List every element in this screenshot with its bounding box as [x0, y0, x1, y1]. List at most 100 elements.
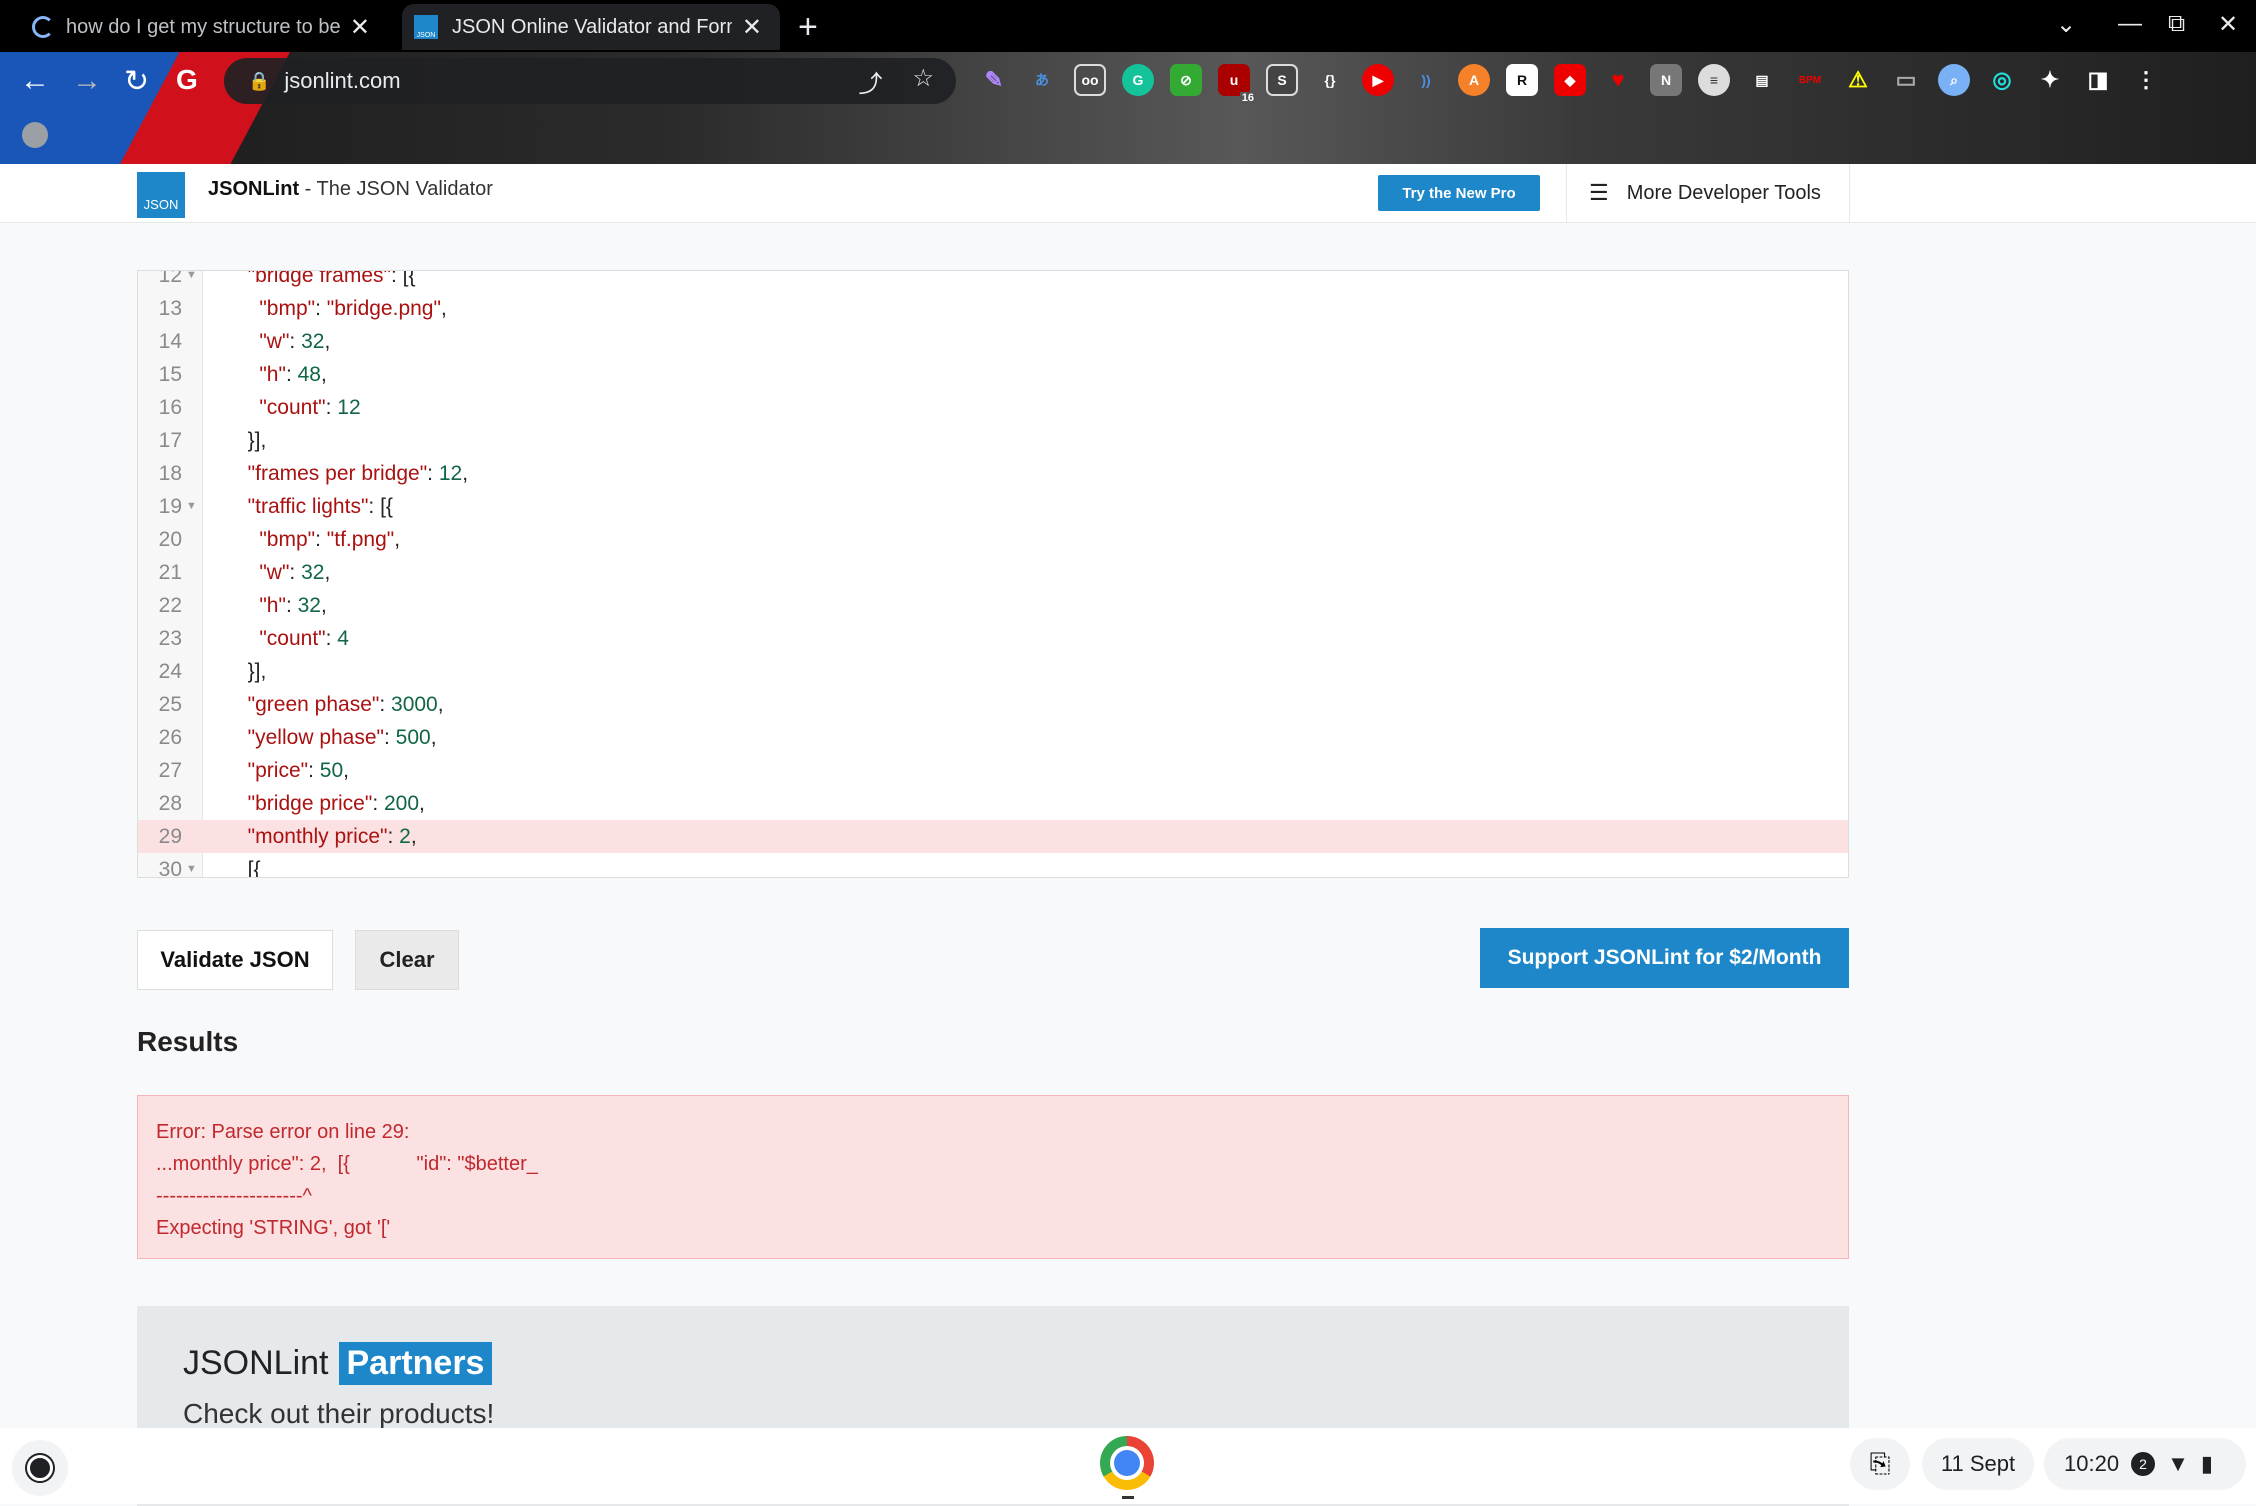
lock-icon[interactable]: 🔒: [248, 71, 270, 92]
glasses-extension-icon[interactable]: oo: [1074, 64, 1106, 96]
code-text[interactable]: [{: [236, 853, 261, 877]
tab-close-icon[interactable]: ✕: [350, 13, 370, 42]
code-line[interactable]: 18 "frames per bridge": 12,: [138, 457, 1848, 490]
code-line[interactable]: 22 "h": 32,: [138, 589, 1848, 622]
address-bar[interactable]: 🔒 jsonlint.com ⤴ ☆: [224, 58, 956, 104]
code-line[interactable]: 27 "price": 50,: [138, 754, 1848, 787]
reload-icon[interactable]: ↻: [124, 64, 149, 99]
bookmark-star-icon[interactable]: ☆: [912, 64, 934, 99]
code-text[interactable]: }],: [236, 424, 267, 457]
code-text[interactable]: "frames per bridge": 12,: [236, 457, 468, 490]
grammarly-extension-icon[interactable]: G: [1122, 64, 1154, 96]
code-line[interactable]: 28 "bridge price": 200,: [138, 787, 1848, 820]
forward-icon[interactable]: →: [72, 64, 102, 98]
back-icon[interactable]: ←: [20, 64, 50, 98]
code-line[interactable]: 14 "w": 32,: [138, 325, 1848, 358]
chrome-app-icon[interactable]: [1100, 1436, 1154, 1490]
tab-jsonlint[interactable]: JSON JSON Online Validator and Forma ✕: [402, 4, 780, 50]
code-text[interactable]: "count": 12: [236, 391, 360, 424]
youtube-extension-icon[interactable]: ▶: [1362, 64, 1394, 96]
code-text[interactable]: "bmp": "tf.png",: [236, 523, 400, 556]
code-line[interactable]: 25 "green phase": 3000,: [138, 688, 1848, 721]
roblox-extension-icon[interactable]: ◆: [1554, 64, 1586, 96]
developer-tools-menu[interactable]: ☰ More Developer Tools: [1566, 164, 1850, 222]
jsonlint-logo[interactable]: JSON: [137, 172, 185, 218]
code-line[interactable]: 24 }],: [138, 655, 1848, 688]
code-line[interactable]: 16 "count": 12: [138, 391, 1848, 424]
warning-extension-icon[interactable]: ⚠: [1842, 64, 1874, 96]
code-text[interactable]: "green phase": 3000,: [236, 688, 444, 721]
code-text[interactable]: "price": 50,: [236, 754, 349, 787]
code-text[interactable]: "yellow phase": 500,: [236, 721, 437, 754]
site-title[interactable]: JSONLint - The JSON Validator: [208, 178, 493, 201]
code-text[interactable]: "bridge frames": [{: [236, 271, 416, 292]
code-line[interactable]: 21 "w": 32,: [138, 556, 1848, 589]
google-icon[interactable]: G: [176, 64, 198, 96]
heart-extension-icon[interactable]: ♥: [1602, 64, 1634, 96]
fold-arrow-icon[interactable]: ▼: [186, 490, 197, 523]
try-pro-button[interactable]: Try the New Pro: [1378, 175, 1540, 211]
block-extension-icon[interactable]: ⊘: [1170, 64, 1202, 96]
code-line[interactable]: 23 "count": 4: [138, 622, 1848, 655]
minimize-icon[interactable]: —: [2118, 10, 2142, 38]
ublock-extension-icon[interactable]: u 16: [1218, 64, 1256, 104]
side-panel-icon[interactable]: ◨: [2082, 64, 2114, 96]
validate-json-button[interactable]: Validate JSON: [137, 930, 333, 990]
code-line[interactable]: 13 "bmp": "bridge.png",: [138, 292, 1848, 325]
puzzle-extensions-icon[interactable]: ✦: [2034, 64, 2066, 96]
code-line[interactable]: 29 "monthly price": 2,: [138, 820, 1848, 853]
r-extension-icon[interactable]: R: [1506, 64, 1538, 96]
new-tab-button[interactable]: +: [798, 8, 818, 47]
code-text[interactable]: }],: [236, 655, 267, 688]
code-text[interactable]: "h": 32,: [236, 589, 326, 622]
launcher-button[interactable]: [12, 1440, 68, 1496]
audio-extension-icon[interactable]: )): [1410, 64, 1442, 96]
code-line[interactable]: 19 ▼ "traffic lights": [{: [138, 490, 1848, 523]
status-tray[interactable]: 10:20 2 ▼ ▮: [2044, 1438, 2246, 1490]
menu-kebab-icon[interactable]: ⋮: [2130, 64, 2162, 96]
tab-close-icon[interactable]: ✕: [742, 13, 762, 42]
ring-extension-icon[interactable]: ◎: [1986, 64, 2018, 96]
tab-search-icon[interactable]: ⌄: [2056, 10, 2076, 39]
window-close-icon[interactable]: ✕: [2218, 10, 2238, 39]
translate-extension-icon[interactable]: あ: [1026, 64, 1058, 96]
code-line[interactable]: 20 "bmp": "tf.png",: [138, 523, 1848, 556]
orange-extension-icon[interactable]: A: [1458, 64, 1490, 96]
code-text[interactable]: "monthly price": 2,: [236, 820, 417, 853]
code-text[interactable]: "bridge price": 200,: [236, 787, 425, 820]
tab-stackoverflow[interactable]: how do I get my structure to be e ✕: [18, 4, 388, 50]
s-extension-icon[interactable]: S: [1266, 64, 1298, 96]
code-text[interactable]: "h": 48,: [236, 358, 326, 391]
code-text[interactable]: "bmp": "bridge.png",: [236, 292, 446, 325]
code-line[interactable]: 17 }],: [138, 424, 1848, 457]
clear-button[interactable]: Clear: [355, 930, 459, 990]
code-text[interactable]: "traffic lights": [{: [236, 490, 393, 523]
code-line[interactable]: 15 "h": 48,: [138, 358, 1848, 391]
tab-title: how do I get my structure to be e: [66, 15, 346, 38]
globe-icon[interactable]: [22, 122, 48, 148]
bpm-extension-icon[interactable]: BPM: [1794, 64, 1826, 96]
date-button[interactable]: 11 Sept: [1922, 1438, 2034, 1490]
punctuation-token: :: [315, 297, 327, 320]
url-text[interactable]: jsonlint.com: [284, 68, 400, 94]
code-text[interactable]: "count": 4: [236, 622, 349, 655]
code-line[interactable]: 12 ▼ "bridge frames": [{: [138, 271, 1848, 292]
fold-arrow-icon[interactable]: ▼: [186, 271, 197, 292]
code-text[interactable]: "w": 32,: [236, 556, 330, 589]
speed-extension-icon[interactable]: ≡: [1698, 64, 1730, 96]
print-extension-icon[interactable]: ▤: [1746, 64, 1778, 96]
tote-icon[interactable]: ⎘: [1850, 1438, 1910, 1490]
fold-arrow-icon[interactable]: ▼: [186, 853, 197, 877]
folder-extension-icon[interactable]: ▭: [1890, 64, 1922, 96]
json-editor[interactable]: 12 ▼ "bridge frames": [{13 "bmp": "bridge…: [137, 270, 1849, 878]
n-extension-icon[interactable]: N: [1650, 64, 1682, 96]
json-extension-icon[interactable]: {}: [1314, 64, 1346, 96]
restore-icon[interactable]: ⧉: [2168, 10, 2185, 38]
code-line[interactable]: 30 ▼ [{: [138, 853, 1848, 877]
code-line[interactable]: 26 "yellow phase": 500,: [138, 721, 1848, 754]
code-text[interactable]: "w": 32,: [236, 325, 330, 358]
support-button[interactable]: Support JSONLint for $2/Month: [1480, 928, 1849, 988]
search-extension-icon[interactable]: ⌕: [1938, 64, 1970, 96]
feather-extension-icon[interactable]: ✎: [978, 64, 1010, 96]
share-icon[interactable]: ⤴: [858, 64, 882, 99]
